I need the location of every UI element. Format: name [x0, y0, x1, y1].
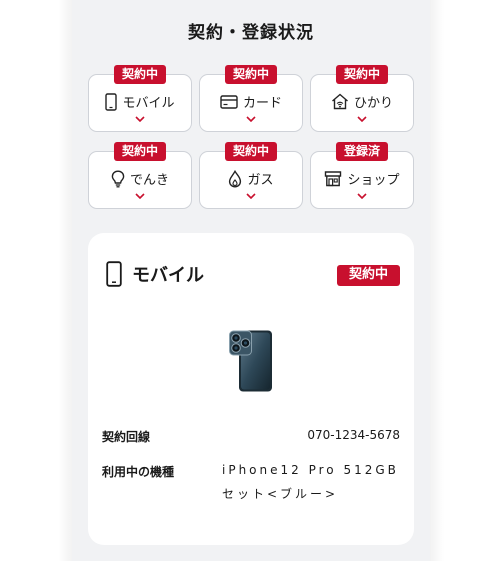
mobile-detail-card: モバイル 契約中 契約回線 070-1234-5678 利用中の機種 iPhon…: [88, 233, 414, 545]
status-badge: 登録済: [335, 142, 389, 161]
status-badge: 契約中: [336, 265, 400, 286]
chevron-down-icon: [357, 116, 367, 122]
status-badge: 契約中: [224, 142, 278, 161]
contract-line-label: 契約回線: [102, 430, 151, 444]
chevron-down-icon: [246, 193, 256, 199]
service-tile-shop[interactable]: 登録済 ショップ: [310, 142, 414, 209]
contract-line-value: 070-1234-5678: [307, 428, 400, 442]
card-header: モバイル: [106, 261, 204, 287]
shop-icon: [325, 171, 342, 187]
device-label: 利用中の機種: [102, 465, 175, 479]
service-label: ひかり: [353, 96, 393, 111]
chevron-down-icon: [135, 193, 145, 199]
status-badge: 契約中: [224, 65, 278, 84]
status-badge: 契約中: [335, 65, 389, 84]
phone-product-image: [229, 330, 272, 392]
card-title: モバイル: [132, 265, 204, 286]
service-label: でんき: [129, 173, 169, 188]
service-label: ガス: [247, 173, 274, 188]
chevron-down-icon: [357, 193, 367, 199]
smartphone-icon: [105, 92, 118, 111]
lightbulb-icon: [111, 169, 125, 187]
smartphone-icon: [106, 261, 122, 287]
status-badge: 契約中: [113, 142, 167, 161]
service-tile-denki[interactable]: 契約中 でんき: [88, 142, 192, 209]
service-label: ショップ: [347, 173, 400, 188]
credit-card-icon: [220, 94, 238, 109]
service-tile-mobile[interactable]: 契約中 モバイル: [88, 65, 192, 132]
service-label: モバイル: [122, 96, 175, 111]
device-value: iPhone12 Pro 512GBセット<ブルー>: [222, 463, 399, 501]
service-label: カード: [242, 96, 282, 111]
status-badge: 契約中: [113, 65, 167, 84]
service-tile-gas[interactable]: 契約中 ガス: [199, 142, 303, 209]
home-wifi-icon: [332, 93, 348, 110]
section-title: 契約・登録状況: [188, 23, 314, 43]
flame-icon: [229, 169, 242, 188]
chevron-down-icon: [135, 116, 145, 122]
service-tile-card[interactable]: 契約中 カード: [199, 65, 303, 132]
chevron-down-icon: [246, 116, 256, 122]
service-tile-hikari[interactable]: 契約中 ひかり: [310, 65, 414, 132]
